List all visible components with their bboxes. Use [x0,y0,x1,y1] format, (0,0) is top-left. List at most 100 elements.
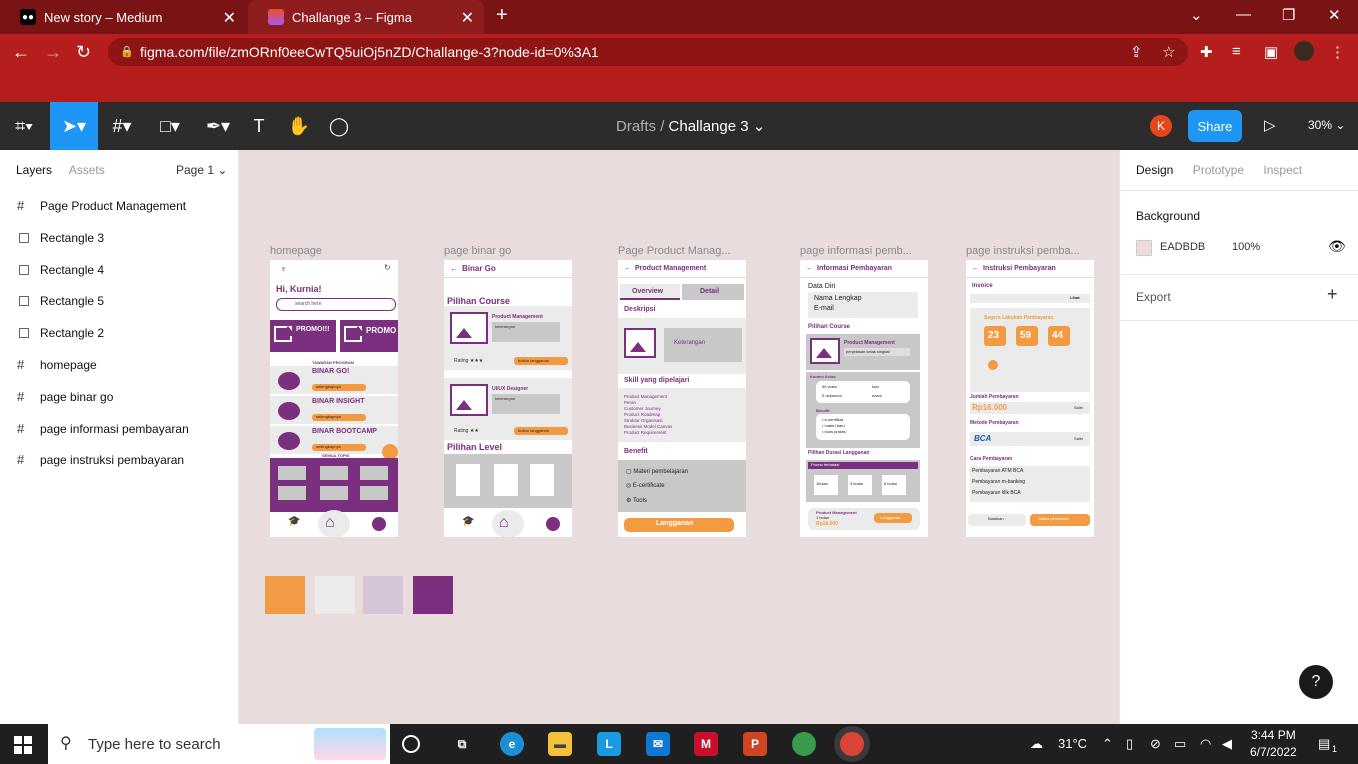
color-swatch-light-grey[interactable] [315,576,355,614]
layer-row[interactable]: Rectangle 3 [0,224,239,252]
chrome-icon[interactable] [792,732,816,756]
taskbar-search[interactable]: ⚲ Type here to search [48,724,390,764]
weather-temp[interactable]: 31°C [1058,736,1087,751]
zoom-level[interactable]: 30% ⌄ [1308,118,1345,132]
shape-tool-icon[interactable]: □▾ [148,102,192,150]
url-bar[interactable]: 🔒 figma.com/file/zmORnf0eeCwTQ5uiOj5nZD/… [108,38,1188,66]
windows-start-icon[interactable] [14,736,32,754]
tab-medium[interactable]: ●● New story – Medium ✕ [0,0,246,34]
minimize-icon[interactable]: — [1236,6,1251,23]
frame-label-infobayar[interactable]: page informasi pemb... [800,245,930,257]
main-menu-icon[interactable]: ⌗▾ [0,102,48,150]
move-tool-icon[interactable]: ➤▾ [50,102,98,150]
clock[interactable]: 3:44 PM 6/7/2022 [1250,727,1297,761]
mail-icon[interactable]: ✉ [646,732,670,756]
layer-row[interactable]: Rectangle 5 [0,287,239,315]
background-opacity[interactable]: 100% [1232,241,1260,253]
pen-tool-icon[interactable]: ✒▾ [196,102,240,150]
tray-chevron-icon[interactable]: ⌃ [1102,736,1113,752]
frame-tool-icon[interactable]: #▾ [100,102,144,150]
rectangle-icon [19,232,29,243]
background-color-swatch[interactable] [1136,240,1152,256]
cortana-icon[interactable] [402,735,420,753]
course-summary: Product Management penjelasan kelas sing… [806,334,920,370]
eye-icon[interactable]: 👁 [1328,238,1346,255]
layer-row[interactable]: # page binar go [0,383,239,411]
tab-prototype[interactable]: Prototype [1193,163,1244,177]
edge-icon[interactable]: e [500,732,524,756]
layer-row[interactable]: # page informasi pembayaran [0,415,239,443]
forward-icon[interactable]: → [44,42,62,63]
battery-icon[interactable]: ▭ [1174,736,1186,752]
frame-instruksi-pembayaran[interactable]: ← Instruksi Pembayaran Invoice Lihat Seg… [966,260,1094,537]
tray-device-icon[interactable]: ▯ [1126,736,1133,752]
frame-icon: # [17,198,25,213]
restore-icon[interactable]: ❐ [1282,6,1295,24]
volume-icon[interactable]: ◀ [1222,736,1232,752]
hand-tool-icon[interactable]: ✋ [284,102,314,150]
new-tab-icon[interactable]: + [496,4,508,27]
layer-label: Rectangle 5 [40,294,105,309]
share-page-icon[interactable]: ⇪ [1130,43,1143,61]
layer-row[interactable]: # homepage [0,351,239,379]
weather-icon[interactable]: ☁ [1030,736,1043,752]
bottom-nav-profile-icon [546,517,560,531]
profile-avatar[interactable] [1294,41,1314,61]
reload-icon[interactable]: ↻ [76,42,91,63]
media-icon[interactable]: ≡ [1232,43,1241,60]
frame-binar-go[interactable]: ← Binar Go Pilihan Course Product Manage… [444,260,572,537]
user-avatar[interactable]: K [1150,115,1172,137]
tab-search-icon[interactable]: ⌄ [1190,6,1203,24]
file-name[interactable]: Challange 3 [669,118,749,135]
color-swatch-orange[interactable] [265,576,305,614]
mcafee-icon[interactable]: M [694,732,718,756]
benefit-title: Benefit [624,448,648,455]
layer-row[interactable]: Rectangle 2 [0,319,239,347]
close-window-icon[interactable]: ✕ [1328,6,1341,24]
frame-product-management[interactable]: ← Product Management Overview Detail Des… [618,260,746,537]
skill-item: Customer Journey [624,406,661,411]
chrome-active-icon[interactable] [840,732,864,756]
layer-label: page binar go [40,389,114,404]
app-l-icon[interactable]: L [597,732,621,756]
sidebar-icon[interactable]: ▣ [1264,43,1278,61]
add-export-icon[interactable]: + [1327,284,1338,305]
tab-inspect[interactable]: Inspect [1263,163,1302,177]
notification-icon[interactable]: ▤ [1318,736,1330,752]
powerpoint-icon[interactable]: P [743,732,767,756]
tray-security-icon[interactable]: ⊘ [1150,736,1161,752]
frame-informasi-pembayaran[interactable]: ← Informasi Pembayaran Data Diri Nama Le… [800,260,928,537]
page-selector[interactable]: Page 1 ⌄ [176,163,227,177]
tab-design[interactable]: Design [1136,163,1173,177]
close-icon[interactable]: ✕ [223,8,236,28]
share-button[interactable]: Share [1188,110,1242,142]
bookmark-star-icon[interactable]: ☆ [1162,43,1175,61]
menu-icon[interactable]: ⋮ [1330,43,1345,61]
color-swatch-lavender[interactable] [363,576,403,614]
layer-row[interactable]: # page instruksi pembayaran [0,446,239,474]
back-icon[interactable]: ← [12,42,30,63]
frame-label-productmgmt[interactable]: Page Product Manag... [618,245,748,257]
breadcrumb-drafts[interactable]: Drafts [616,118,656,135]
tab-layers[interactable]: Layers [16,163,52,177]
tab-figma[interactable]: Challange 3 – Figma ✕ [248,0,484,34]
layer-row[interactable]: Rectangle 4 [0,256,239,284]
present-icon[interactable]: ▷ [1264,116,1276,134]
file-explorer-icon[interactable]: ▬ [548,732,572,756]
color-swatch-purple[interactable] [413,576,453,614]
background-hex[interactable]: EADBDB [1160,241,1205,253]
frame-label-binargo[interactable]: page binar go [444,245,574,257]
comment-tool-icon[interactable]: ◯ [324,102,354,150]
wifi-icon[interactable]: ◠ [1200,736,1211,752]
close-icon[interactable]: ✕ [461,8,474,28]
layer-row[interactable]: # Page Product Management [0,192,239,220]
task-view-icon[interactable]: ⧉ [450,732,474,756]
tab-assets[interactable]: Assets [69,163,105,177]
frame-label-homepage[interactable]: homepage [270,245,400,257]
help-button[interactable]: ? [1299,665,1333,699]
extensions-icon[interactable]: ✚ [1200,43,1213,61]
text-tool-icon[interactable]: T [244,102,274,150]
chevron-down-icon[interactable]: ⌄ [753,118,766,135]
frame-homepage[interactable]: ♆ ↻ Hi, Kurnia! search here PROMO!!! PRO… [270,260,398,537]
frame-label-instruksi[interactable]: page instruksi pemba... [966,245,1096,257]
